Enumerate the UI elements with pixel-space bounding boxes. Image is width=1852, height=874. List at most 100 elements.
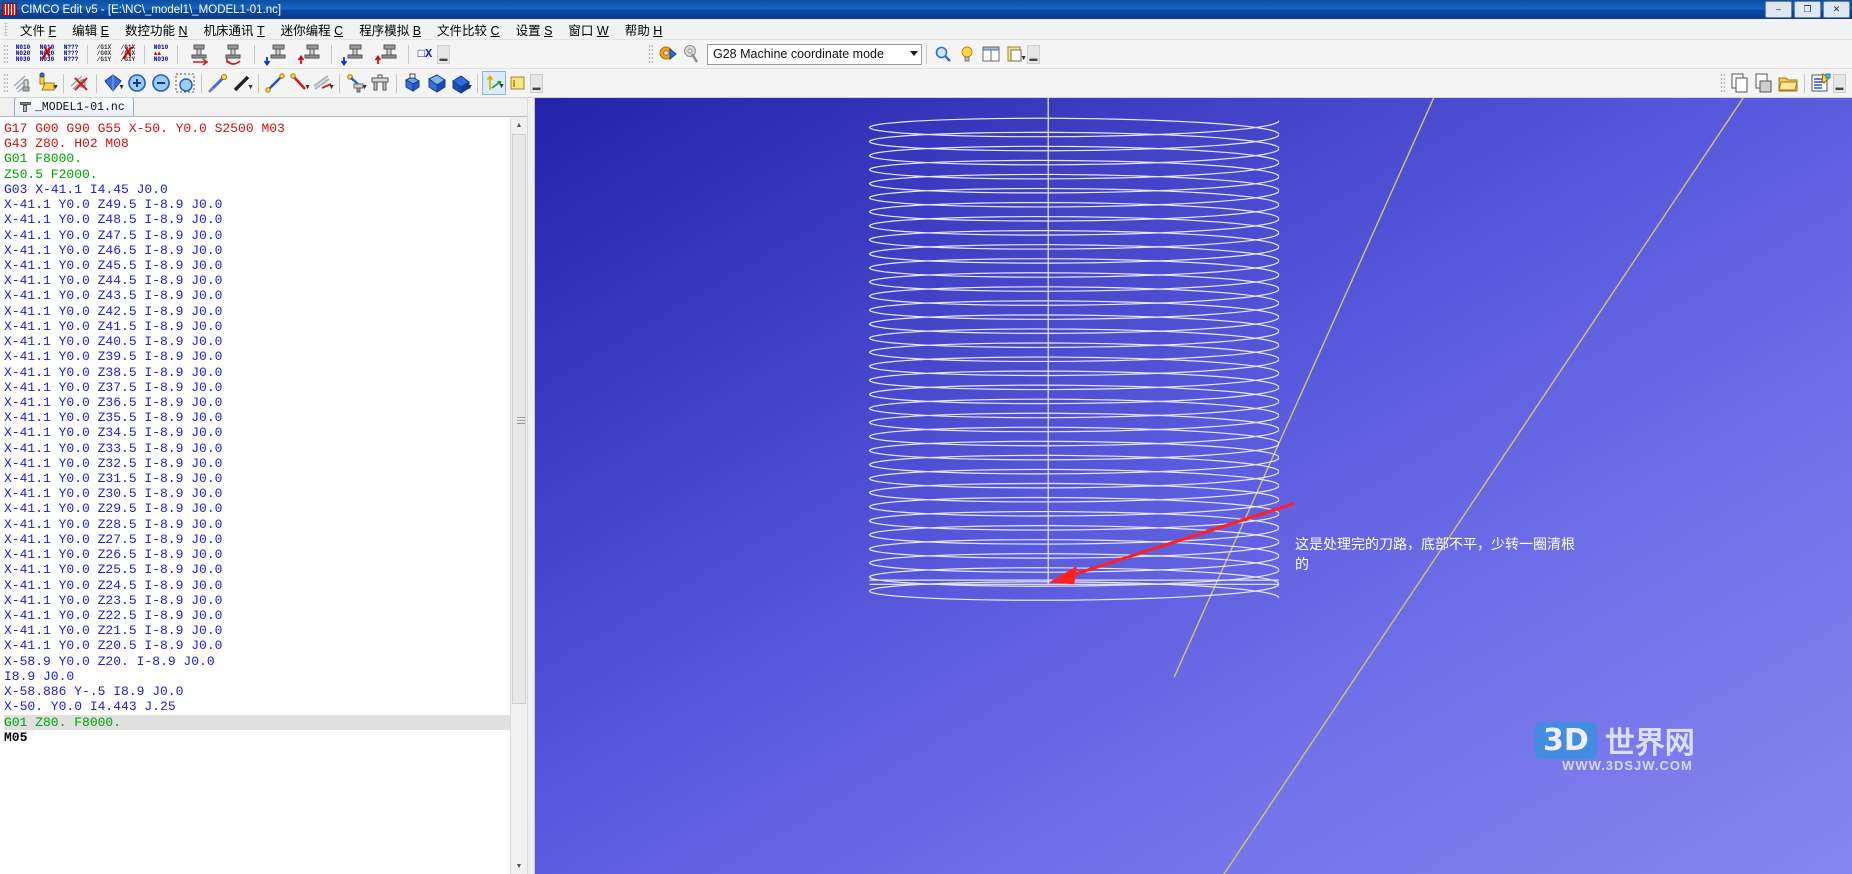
menu-file-compare[interactable]: 文件比较 C	[429, 18, 508, 41]
menu-window[interactable]: 窗口 W	[560, 18, 616, 41]
insert-gcode-button[interactable]: /G1X/G0X/G1Y	[92, 42, 116, 66]
measure-diagonal-button[interactable]: ▼	[311, 71, 335, 95]
toolbar-grip-1[interactable]	[3, 44, 8, 64]
clear-x-button[interactable]: □X	[413, 42, 437, 66]
toolbar-separator	[63, 73, 64, 93]
scroll-thumb[interactable]	[512, 134, 526, 704]
chevron-down-icon[interactable]: ▼	[304, 84, 311, 91]
code-line: X-41.1 Y0.0 Z30.5 I-8.9 J0.0	[4, 486, 223, 502]
zoom-in-button[interactable]	[125, 71, 149, 95]
toolpath-delete-button[interactable]	[68, 71, 92, 95]
toolbar-overflow-4[interactable]: ▬	[1833, 73, 1846, 93]
view-iso2-button[interactable]	[425, 71, 449, 95]
menu-file-label: 文件	[20, 23, 46, 38]
find-button[interactable]	[931, 42, 955, 66]
chevron-down-icon[interactable]: ▼	[52, 84, 59, 91]
remove-gcode-button[interactable]: /G1X/G0X/G1Y ✗	[116, 42, 140, 66]
menu-nc-functions[interactable]: 数控功能 N	[117, 18, 196, 41]
backplot-3d-view[interactable]: 这是处理完的刀路，底部不平，少转一圈清根的 3D 世界网 WWW.3DSJW.C…	[535, 98, 1852, 874]
cimco-edit-window: CIMCO Edit v5 - [E:\NC\_model1\_MODEL1-0…	[0, 0, 1852, 874]
code-line: X-41.1 Y0.0 Z26.5 I-8.9 J0.0	[4, 547, 223, 563]
view-iso3-button[interactable]: ▼	[449, 71, 473, 95]
chevron-down-icon[interactable]: ▼	[361, 84, 368, 91]
toolbar-backplot: ▼ ▼ ▼ ▼ ▼ ▼ ▼ ▼ ▬ ▬	[0, 69, 1852, 98]
menu-edit[interactable]: 编辑 E	[64, 18, 117, 41]
menu-settings[interactable]: 设置 S	[508, 18, 561, 41]
measure-line2-button[interactable]	[263, 71, 287, 95]
zoom-out-icon	[152, 74, 170, 92]
hint-button[interactable]	[955, 42, 979, 66]
measure-line-button[interactable]: ▼	[230, 71, 254, 95]
menu-mini-programming[interactable]: 迷你编程 C	[273, 18, 352, 41]
code-line: X-58.886 Y-.5 I8.9 J0.0	[4, 684, 184, 700]
zoom-window-button[interactable]	[173, 71, 197, 95]
menu-help[interactable]: 帮助 H	[617, 18, 671, 41]
toolbar-overflow-3[interactable]: ▬	[530, 73, 543, 93]
menu-backplot[interactable]: 程序模拟 B	[351, 18, 429, 41]
zoom-out-button[interactable]	[149, 71, 173, 95]
tab-model1-01-nc[interactable]: _MODEL1-01.nc	[14, 98, 134, 116]
remove-nc-numbers-button[interactable]: N010 N020 N030 ✗	[35, 42, 59, 66]
close-button[interactable]: ✕	[1823, 1, 1850, 18]
ox-icon: □X	[417, 47, 433, 61]
toolpath-hide-button[interactable]	[11, 71, 35, 95]
configure-settings-button[interactable]	[680, 42, 704, 66]
scroll-down-button[interactable]: ▼	[511, 858, 527, 874]
toolbar-grip-4[interactable]	[1720, 73, 1725, 93]
table-setup-button[interactable]	[368, 71, 392, 95]
tool-down-2-button[interactable]	[336, 42, 370, 66]
tool-compensation-arc-button[interactable]	[216, 42, 250, 66]
menu-settings-label: 设置	[515, 23, 541, 38]
apply-settings-button[interactable]	[656, 42, 680, 66]
tool-up-button[interactable]	[293, 42, 327, 66]
chevron-down-icon[interactable]: ▼	[1020, 55, 1027, 62]
paste-page-button[interactable]	[1752, 71, 1776, 95]
toolbar-grip-2[interactable]	[648, 44, 653, 64]
editor-vertical-scrollbar[interactable]: ▲ ▼	[510, 117, 527, 874]
axis-orient-button[interactable]: ▼	[482, 71, 506, 95]
menu-grip[interactable]	[4, 22, 8, 36]
split-view-button[interactable]	[979, 42, 1003, 66]
machine-coordinate-mode-select[interactable]: G28 Machine coordinate mode	[707, 43, 922, 65]
edit-properties-button[interactable]	[1809, 71, 1833, 95]
probe-button[interactable]: ▼	[344, 71, 368, 95]
toolbar-nc-functions: N010 N020 N030 N010 N020 N030 ✗ N??? N??? N???…	[0, 40, 1852, 69]
scroll-up-button[interactable]: ▲	[511, 117, 527, 133]
measure-radius-button[interactable]: ▼	[287, 71, 311, 95]
renumber-question-button[interactable]: N??? N??? N???	[59, 42, 83, 66]
view-iso-button[interactable]	[401, 71, 425, 95]
chevron-down-icon[interactable]: ▼	[328, 84, 335, 91]
menu-machine-comm[interactable]: 机床通讯 T	[196, 18, 273, 41]
code-line: X-41.1 Y0.0 Z40.5 I-8.9 J0.0	[4, 334, 223, 350]
chevron-down-icon[interactable]: ▼	[466, 84, 473, 91]
tool-down-2-icon	[340, 44, 363, 66]
open-folder-button[interactable]	[1776, 71, 1800, 95]
pane-splitter[interactable]	[528, 98, 535, 874]
renumber-nc-blocks-button[interactable]: N010 N020 N030	[11, 42, 35, 66]
tool-down-button[interactable]	[259, 42, 293, 66]
toolbar-separator	[1804, 73, 1805, 93]
axis-orient2-button[interactable]	[506, 71, 530, 95]
menu-file[interactable]: 文件 F	[12, 18, 64, 41]
toolbar-grip-3[interactable]	[3, 73, 8, 93]
tool-compensation-right-button[interactable]	[182, 42, 216, 66]
measure-pick-button[interactable]	[206, 71, 230, 95]
block-spacing-button[interactable]: N010 ▲▲ N030	[149, 42, 173, 66]
copy-to-clipboard-button[interactable]: ▼	[1003, 42, 1027, 66]
maximize-button[interactable]: ❐	[1794, 1, 1821, 18]
chevron-down-icon[interactable]: ▼	[498, 83, 505, 90]
tool-up-2-button[interactable]	[370, 42, 404, 66]
chevron-down-icon[interactable]: ▼	[247, 84, 254, 91]
toolpath-open-button[interactable]: ▼	[35, 71, 59, 95]
chevron-down-icon[interactable]	[910, 50, 918, 56]
minimize-button[interactable]: –	[1765, 1, 1792, 18]
red-x-overlay-2-icon: ✗	[121, 44, 136, 63]
chevron-down-icon[interactable]: ▼	[118, 84, 125, 91]
code-line: X-41.1 Y0.0 Z22.5 I-8.9 J0.0	[4, 608, 223, 623]
solid-view-button[interactable]: ▼	[101, 71, 125, 95]
toolbar-overflow-1[interactable]: ▬	[437, 44, 450, 64]
toolbar-overflow-2[interactable]: ▬	[1027, 44, 1040, 64]
tool-up-2-icon	[374, 44, 397, 64]
copy-page-button[interactable]	[1728, 71, 1752, 95]
nc-code-listing[interactable]: G17 G00 G90 G55 X-50. Y0.0 S2500 M03 G43 …	[0, 117, 511, 874]
